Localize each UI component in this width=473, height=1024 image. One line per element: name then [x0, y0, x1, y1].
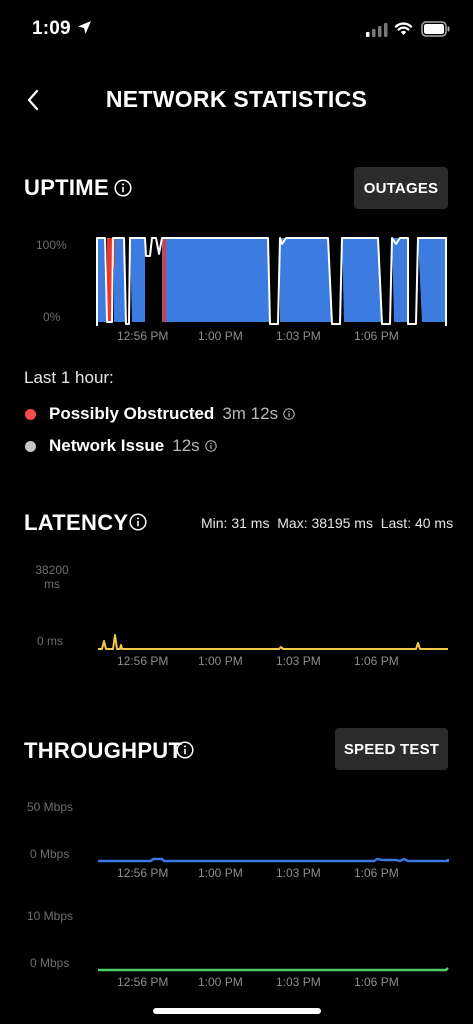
upload-x-tick: 1:06 PM	[354, 975, 399, 989]
upload-y-bottom-label: 0 Mbps	[30, 956, 70, 970]
page-title: NETWORK STATISTICS	[105, 86, 368, 112]
speed-test-button[interactable]: SPEED TEST	[335, 728, 448, 770]
upload-x-tick: 1:00 PM	[198, 975, 243, 989]
period-label: Last 1 hour:	[24, 368, 114, 387]
upload-y-top-label: 10 Mbps	[27, 909, 74, 923]
uptime-y-top-label: 100%	[36, 238, 67, 252]
download-x-tick: 1:00 PM	[198, 866, 243, 880]
download-x-tick: 12:56 PM	[117, 866, 169, 880]
uptime-x-tick: 1:06 PM	[354, 329, 399, 343]
latency-stats: Min: 31 ms Max: 38195 ms Last: 40 ms	[201, 515, 454, 531]
uptime-x-tick: 1:03 PM	[276, 329, 321, 343]
latency-x-tick: 12:56 PM	[117, 654, 169, 668]
uptime-x-tick: 12:56 PM	[117, 329, 169, 343]
download-x-tick: 1:06 PM	[354, 866, 399, 880]
uptime-title: UPTIME	[24, 175, 109, 200]
uptime-x-tick: 1:00 PM	[198, 329, 243, 343]
obstructed-dot	[25, 408, 36, 420]
latency-y-top-value: 38200	[35, 563, 69, 577]
latency-line	[98, 634, 448, 650]
latency-chart	[98, 634, 448, 650]
download-chart	[98, 857, 449, 863]
latency-y-bottom-label: 0 ms	[37, 634, 64, 648]
network-issue-dot	[25, 440, 36, 452]
battery-icon	[421, 21, 450, 37]
latency-x-tick: 1:03 PM	[276, 654, 321, 668]
download-y-top-label: 50 Mbps	[27, 800, 74, 814]
download-line	[98, 857, 449, 863]
outage-item-value: 12s	[172, 436, 200, 455]
latency-info-icon[interactable]	[129, 513, 147, 531]
outages-button[interactable]: OUTAGES	[354, 167, 448, 209]
latency-y-top-label: 38200 ms	[33, 563, 71, 591]
location-arrow-icon	[78, 21, 91, 34]
outage-item-name: Network Issue	[49, 436, 165, 455]
uptime-chart	[96, 234, 449, 330]
outage-item-name: Possibly Obstructed	[49, 404, 215, 423]
latency-y-top-unit: ms	[44, 577, 60, 591]
upload-x-tick: 12:56 PM	[117, 975, 169, 989]
uptime-info-icon[interactable]	[114, 179, 132, 197]
outage-item-value: 3m 12s	[222, 404, 279, 423]
network-issue-info-icon[interactable]	[204, 440, 217, 452]
upload-x-tick: 1:03 PM	[276, 975, 321, 989]
latency-x-tick: 1:00 PM	[198, 654, 243, 668]
uptime-y-bottom-label: 0%	[43, 310, 61, 324]
latency-x-tick: 1:06 PM	[354, 654, 399, 668]
upload-line	[98, 967, 449, 972]
throughput-title: THROUGHPUT	[24, 738, 183, 763]
download-x-tick: 1:03 PM	[276, 866, 321, 880]
home-indicator[interactable]	[153, 1008, 321, 1014]
throughput-info-icon[interactable]	[176, 741, 194, 759]
outage-item-network-issue: Network Issue 12s	[25, 436, 217, 456]
latency-title: LATENCY	[24, 510, 129, 535]
upload-chart	[98, 967, 449, 972]
download-y-bottom-label: 0 Mbps	[30, 847, 70, 861]
status-time: 1:09	[32, 18, 71, 39]
wifi-icon	[394, 22, 413, 35]
cellular-signal-icon	[366, 23, 388, 37]
obstructed-info-icon[interactable]	[283, 408, 295, 420]
outage-item-obstructed: Possibly Obstructed 3m 12s	[25, 404, 295, 424]
